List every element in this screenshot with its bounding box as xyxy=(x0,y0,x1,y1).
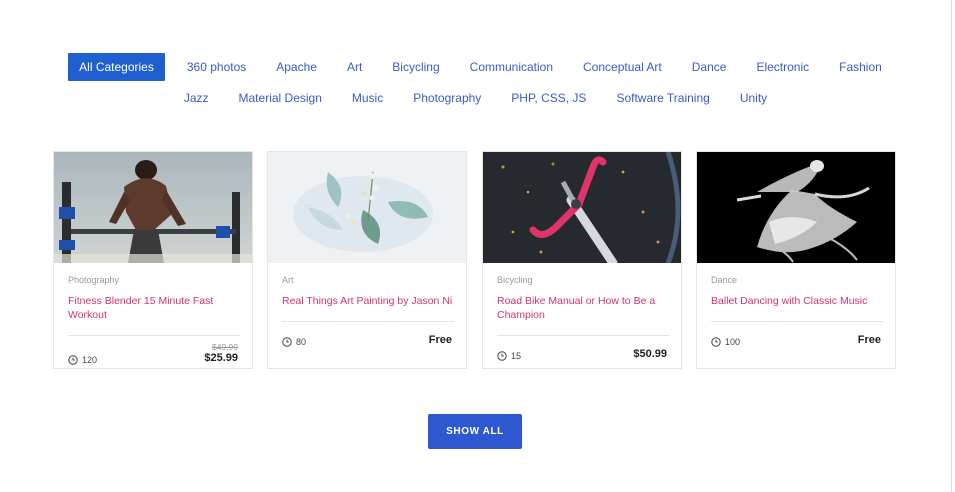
card-divider xyxy=(68,335,240,336)
category-fashion[interactable]: Fashion xyxy=(824,53,897,81)
course-card[interactable]: Bicycling Road Bike Manual or How to Be … xyxy=(482,151,682,369)
category-electronic[interactable]: Electronic xyxy=(741,53,824,81)
clock-icon xyxy=(497,351,507,361)
category-material-design[interactable]: Material Design xyxy=(224,84,337,112)
course-category: Photography xyxy=(68,275,120,285)
card-divider xyxy=(497,335,669,336)
course-title[interactable]: Fitness Blender 15 Minute Fast Workout xyxy=(68,294,242,322)
category-bicycling[interactable]: Bicycling xyxy=(377,53,454,81)
course-price: Free xyxy=(429,334,452,347)
show-all-button[interactable]: SHOW ALL xyxy=(428,414,522,449)
category-jazz[interactable]: Jazz xyxy=(169,84,224,112)
student-count-value: 80 xyxy=(296,337,307,347)
category-unity[interactable]: Unity xyxy=(725,84,782,112)
student-count-value: 120 xyxy=(82,355,98,365)
course-current-price: Free xyxy=(428,334,452,346)
course-card[interactable]: Art Real Things Art Painting by Jason Ni… xyxy=(267,151,467,369)
category-apache[interactable]: Apache xyxy=(261,53,332,81)
student-count: 100 xyxy=(711,337,740,347)
course-title[interactable]: Real Things Art Painting by Jason Ni xyxy=(282,294,456,308)
course-meta: 120 $49.99 $25.99 xyxy=(68,342,238,365)
category-all[interactable]: All Categories xyxy=(68,53,165,81)
category-php-css-js[interactable]: PHP, CSS, JS xyxy=(496,84,601,112)
clock-icon xyxy=(282,337,292,347)
course-category: Art xyxy=(282,275,294,285)
course-thumbnail-dance[interactable] xyxy=(697,152,895,263)
category-dance[interactable]: Dance xyxy=(677,53,742,81)
category-music[interactable]: Music xyxy=(337,84,398,112)
course-category: Dance xyxy=(711,275,738,285)
clock-icon xyxy=(68,355,78,365)
student-count: 120 xyxy=(68,355,97,365)
student-count-value: 15 xyxy=(511,351,522,361)
category-conceptual-art[interactable]: Conceptual Art xyxy=(568,53,677,81)
course-meta: 80 Free xyxy=(282,334,452,347)
course-thumbnail-art[interactable] xyxy=(268,152,466,263)
course-category: Bicycling xyxy=(497,275,533,285)
category-photography[interactable]: Photography xyxy=(398,84,496,112)
course-current-price: $50.99 xyxy=(633,348,667,360)
course-current-price: Free xyxy=(857,334,881,346)
category-filter: All Categories 360 photos Apache Art Bic… xyxy=(0,53,951,115)
course-thumbnail-fitness[interactable] xyxy=(54,152,252,263)
category-filter-row-1: All Categories 360 photos Apache Art Bic… xyxy=(0,53,951,81)
category-360-photos[interactable]: 360 photos xyxy=(172,53,261,81)
student-count-value: 100 xyxy=(725,337,741,347)
clock-icon xyxy=(711,337,721,347)
category-communication[interactable]: Communication xyxy=(455,53,568,81)
student-count: 80 xyxy=(282,337,306,347)
course-price: Free xyxy=(858,334,881,347)
course-old-price: $49.99 xyxy=(212,342,238,352)
course-price: $49.99 $25.99 xyxy=(204,342,238,365)
course-price: $50.99 xyxy=(633,348,667,361)
page-edge-divider xyxy=(951,0,952,492)
course-meta: 100 Free xyxy=(711,334,881,347)
category-software-training[interactable]: Software Training xyxy=(601,84,724,112)
course-title[interactable]: Ballet Dancing with Classic Music xyxy=(711,294,885,308)
course-title[interactable]: Road Bike Manual or How to Be a Champion xyxy=(497,294,671,322)
course-card[interactable]: Photography Fitness Blender 15 Minute Fa… xyxy=(53,151,253,369)
student-count: 15 xyxy=(497,351,521,361)
course-meta: 15 $50.99 xyxy=(497,348,667,361)
category-filter-row-2: Jazz Material Design Music Photography P… xyxy=(0,84,951,112)
card-divider xyxy=(711,321,883,322)
course-thumbnail-bicycling[interactable] xyxy=(483,152,681,263)
category-art[interactable]: Art xyxy=(332,53,377,81)
course-card[interactable]: Dance Ballet Dancing with Classic Music … xyxy=(696,151,896,369)
course-current-price: $25.99 xyxy=(204,352,238,364)
card-divider xyxy=(282,321,454,322)
